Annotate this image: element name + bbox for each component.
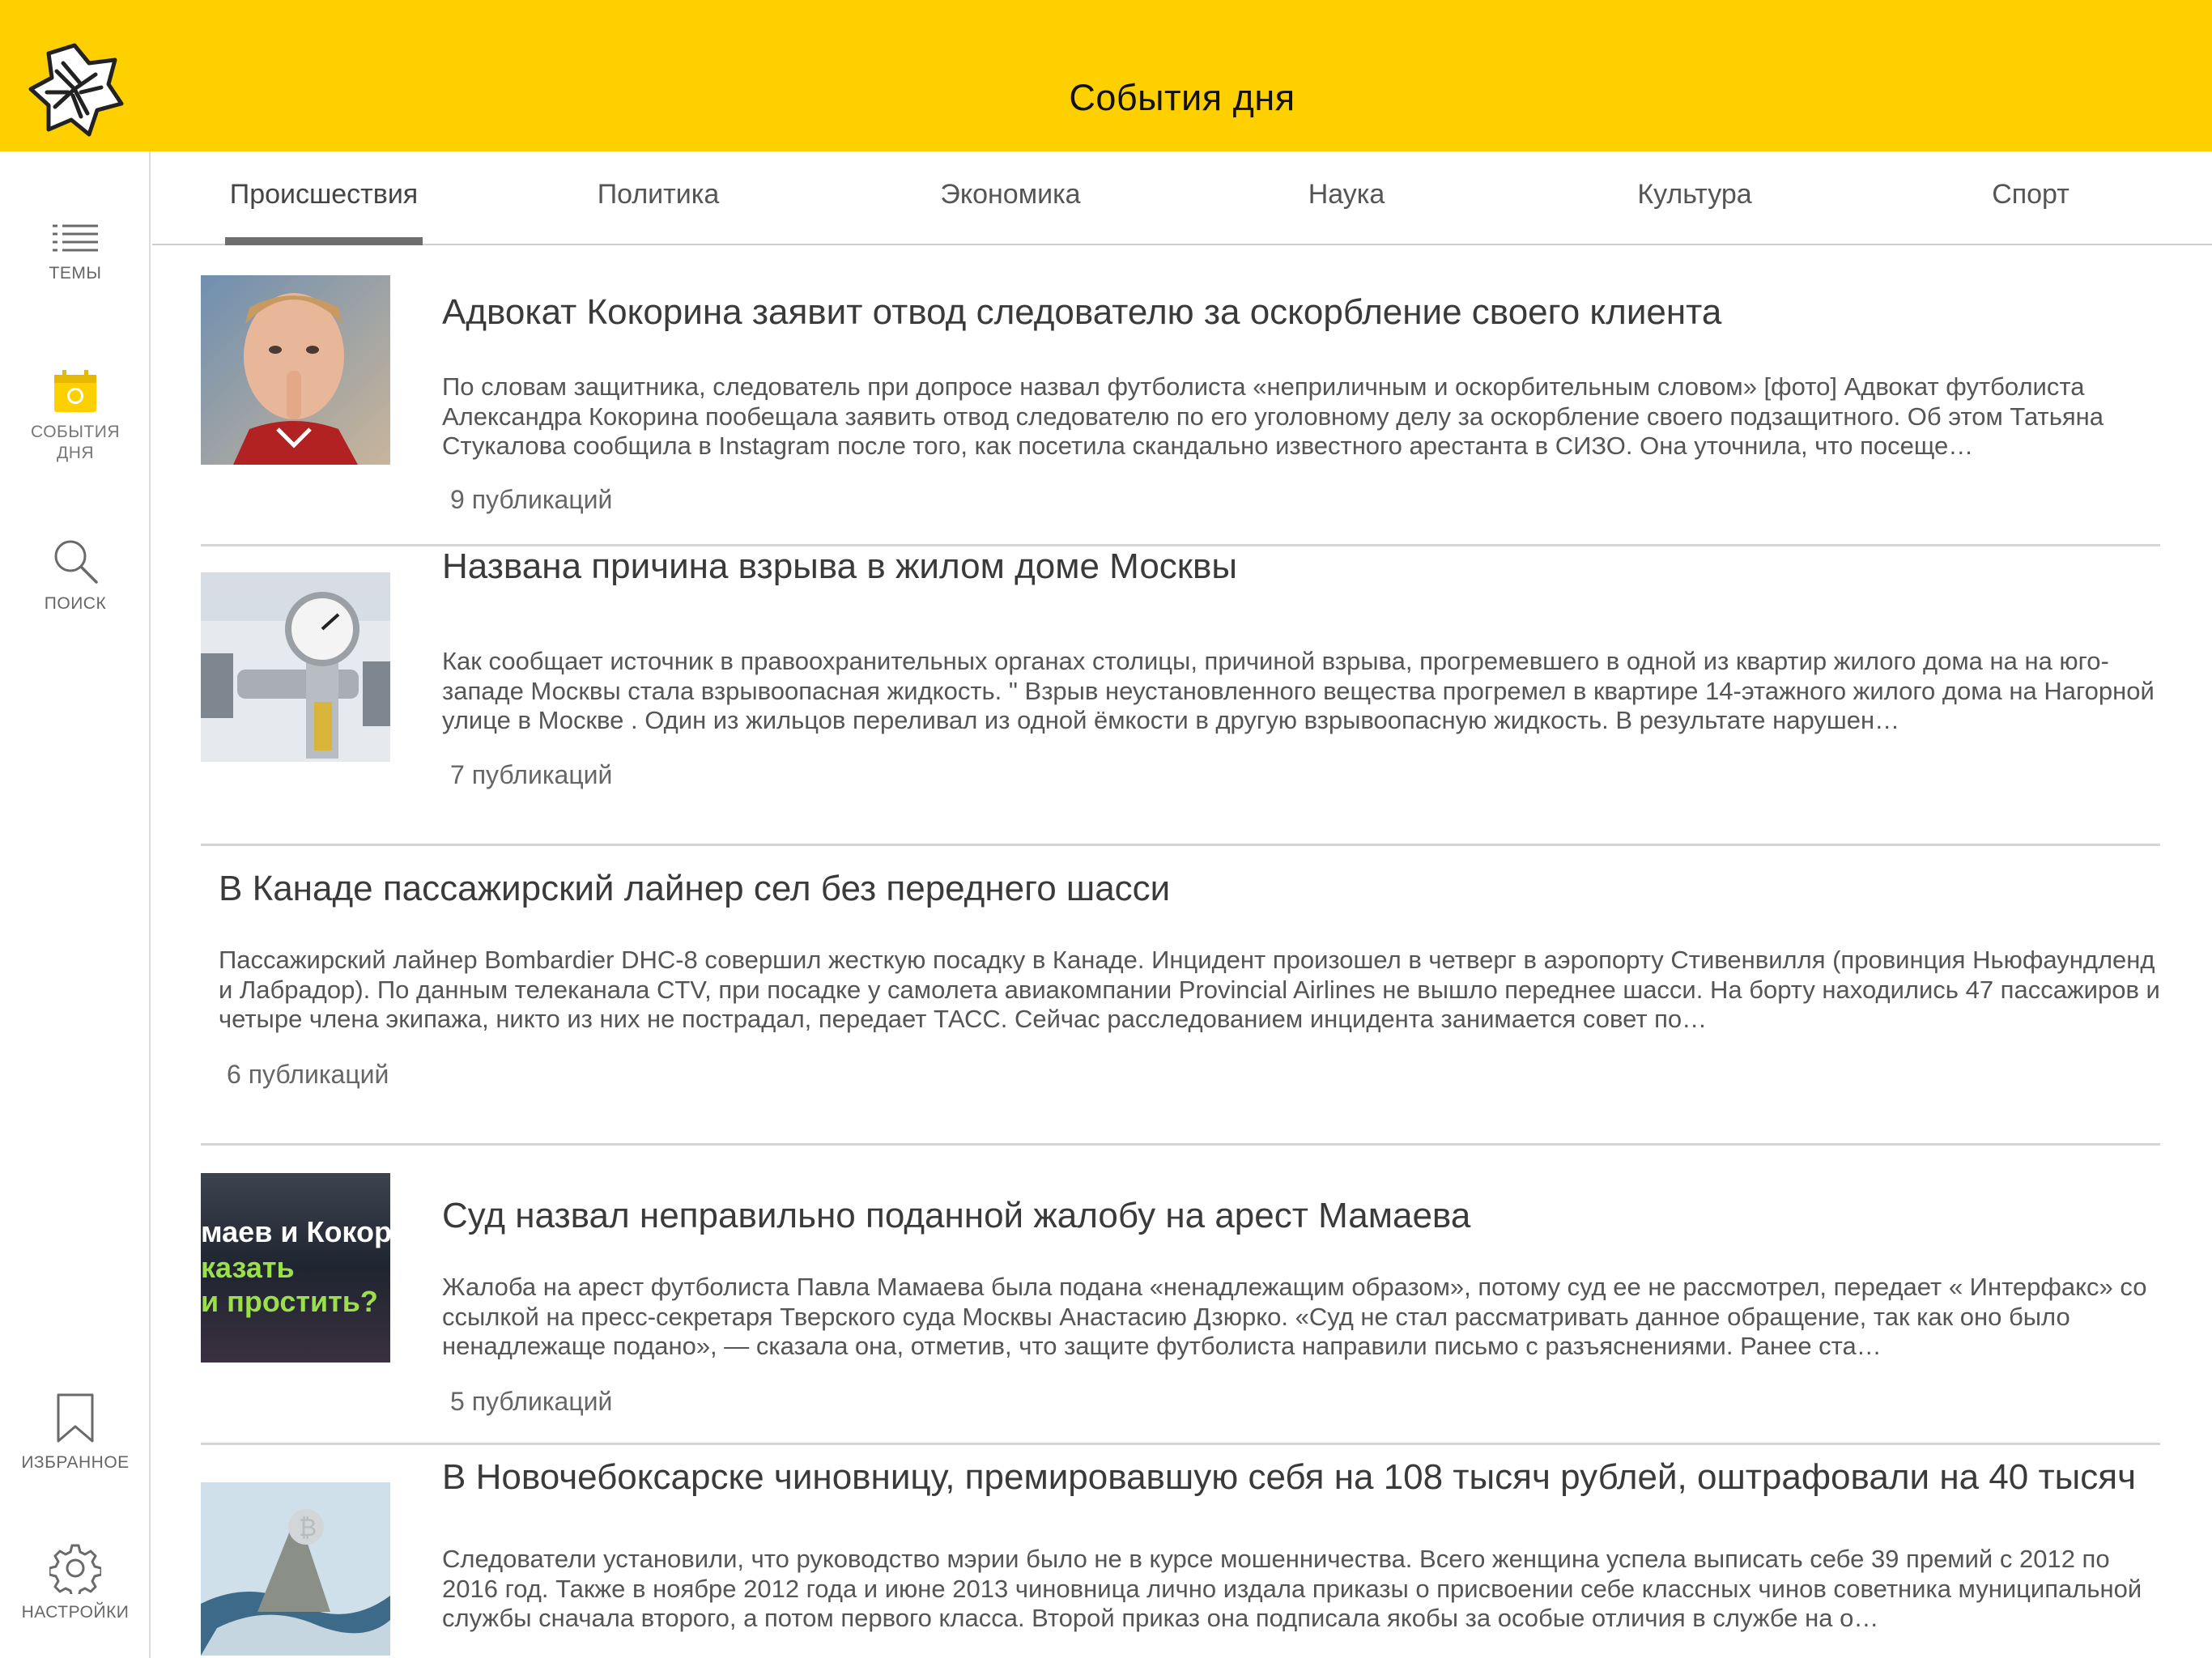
article-thumbnail[interactable]: маев и Кокор казать и простить? (201, 1173, 390, 1363)
calendar-icon (54, 370, 96, 412)
category-tabs: Происшествия Политика Экономика Наука Ку… (152, 151, 2212, 245)
tab-culture[interactable]: Культура (1622, 151, 1767, 245)
news-item[interactable]: Адвокат Кокорина заявит отвод следовател… (201, 271, 2160, 546)
active-tab-indicator (225, 237, 423, 245)
news-feed[interactable]: Адвокат Кокорина заявит отвод следовател… (152, 245, 2212, 1658)
publication-count: 9 публикаций (450, 485, 613, 514)
article-title[interactable]: В Канаде пассажирский лайнер сел без пер… (219, 869, 2146, 909)
article-snippet: По словам защитника, следователь при доп… (442, 372, 2104, 460)
sidebar: ТЕМЫ СОБЫТИЯ ДНЯ ПОИСК ИЗБРАННОЕ НАСТРОЙ… (0, 151, 151, 1658)
sidebar-item-search[interactable]: ПОИСК (0, 537, 151, 614)
article-title[interactable]: Суд назвал неправильно поданной жалобу н… (442, 1196, 2150, 1236)
news-item[interactable]: В Канаде пассажирский лайнер сел без пер… (201, 846, 2160, 1146)
tab-politics[interactable]: Политика (585, 151, 731, 245)
article-snippet: Жалоба на арест футболиста Павла Мамаева… (442, 1273, 2147, 1360)
publication-count: 7 публикаций (450, 760, 613, 789)
tab-incidents[interactable]: Происшествия (225, 151, 423, 245)
sidebar-item-events[interactable]: СОБЫТИЯ ДНЯ (0, 368, 151, 464)
article-thumbnail[interactable] (201, 275, 390, 465)
gear-icon (49, 1544, 101, 1594)
sidebar-item-label: НАСТРОЙКИ (21, 1603, 130, 1622)
article-title[interactable]: В Новочебоксарске чиновницу, премировавш… (442, 1457, 2150, 1498)
sidebar-item-label: ТЕМЫ (49, 264, 102, 283)
sidebar-item-label: СОБЫТИЯ ДНЯ (31, 423, 120, 462)
app-header: События дня (0, 0, 2212, 151)
news-item[interactable]: ₿ В Новочебоксарске чиновницу, премирова… (201, 1445, 2160, 1658)
article-title[interactable]: Названа причина взрыва в жилом доме Моск… (442, 546, 2150, 587)
list-icon (53, 224, 98, 252)
sidebar-item-label: ИЗБРАННОЕ (21, 1453, 130, 1472)
sidebar-item-favorites[interactable]: ИЗБРАННОЕ (0, 1392, 151, 1473)
svg-text:₿: ₿ (299, 1514, 317, 1542)
article-snippet: Следователи установили, что руководство … (442, 1545, 2142, 1632)
publication-count: 6 публикаций (227, 1060, 389, 1089)
sidebar-item-topics[interactable]: ТЕМЫ (0, 223, 151, 284)
search-icon (54, 540, 98, 584)
article-thumbnail[interactable]: ₿ (201, 1482, 390, 1656)
sidebar-item-label: ПОИСК (44, 594, 107, 613)
article-snippet: Пассажирский лайнер Bombardier DHC-8 сов… (219, 946, 2160, 1033)
article-thumbnail[interactable] (201, 572, 390, 762)
article-snippet: Как сообщает источник в правоохранительн… (442, 647, 2155, 734)
page-title: События дня (1069, 77, 1295, 118)
sidebar-item-settings[interactable]: НАСТРОЙКИ (0, 1542, 151, 1623)
tab-sport[interactable]: Спорт (1978, 151, 2083, 245)
publication-count: 5 публикаций (450, 1387, 613, 1416)
tab-science[interactable]: Наука (1294, 151, 1399, 245)
tab-economy[interactable]: Экономика (925, 151, 1095, 245)
bookmark-icon (57, 1393, 94, 1443)
news-item[interactable]: Названа причина взрыва в жилом доме Моск… (201, 546, 2160, 846)
article-title[interactable]: Адвокат Кокорина заявит отвод следовател… (442, 292, 2150, 333)
news-item[interactable]: маев и Кокор казать и простить? Суд назв… (201, 1146, 2160, 1445)
